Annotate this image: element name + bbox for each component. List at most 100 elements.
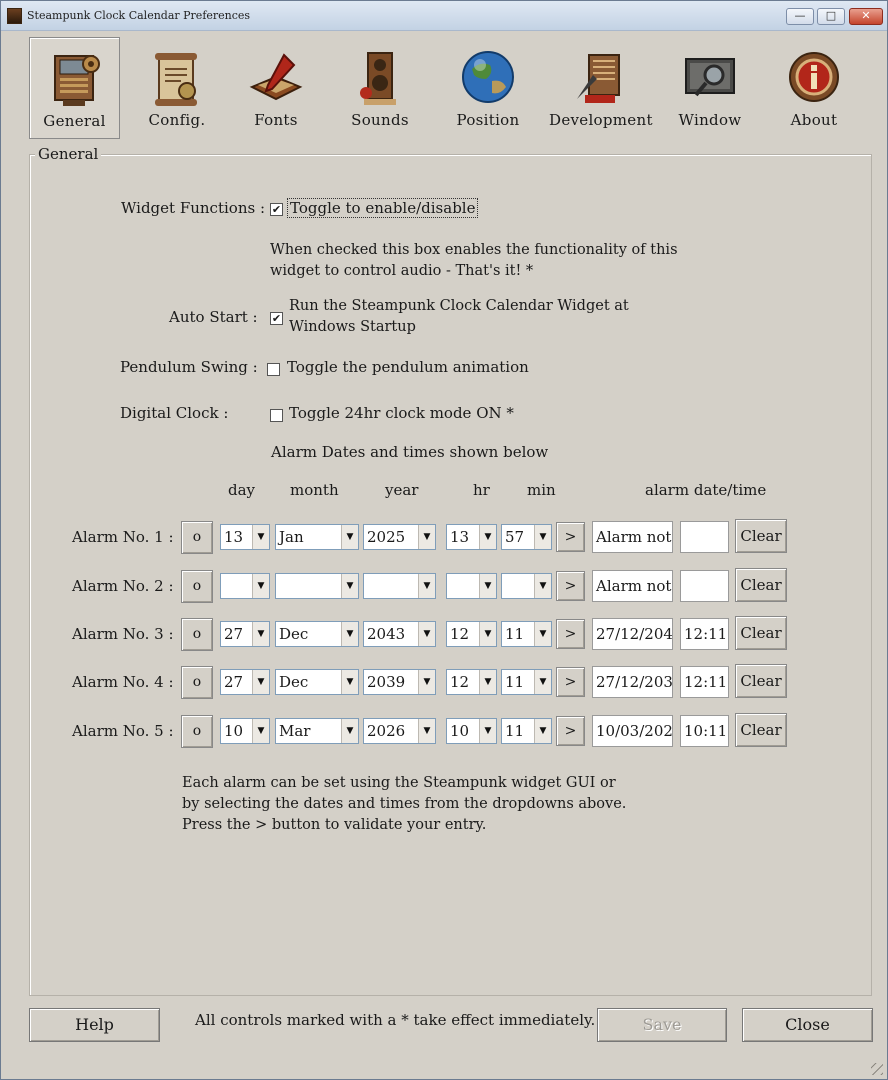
alarm-clear-button[interactable]: Clear: [735, 713, 787, 747]
alarm-year-select[interactable]: 2026 ▼: [363, 718, 436, 744]
auto-start-checkbox[interactable]: ✔: [270, 312, 283, 325]
alarm-toggle-button[interactable]: o: [181, 666, 213, 699]
alarm-min-select[interactable]: 11 ▼: [501, 669, 552, 695]
dropdown-arrow-icon[interactable]: ▼: [341, 525, 358, 549]
dropdown-arrow-icon[interactable]: ▼: [534, 574, 551, 598]
dropdown-arrow-icon[interactable]: ▼: [534, 622, 551, 646]
dropdown-arrow-icon[interactable]: ▼: [418, 622, 435, 646]
resize-grip[interactable]: [871, 1063, 883, 1075]
dropdown-arrow-icon[interactable]: ▼: [534, 525, 551, 549]
dropdown-arrow-icon[interactable]: ▼: [534, 670, 551, 694]
dropdown-arrow-icon[interactable]: ▼: [479, 719, 496, 743]
dropdown-arrow-icon[interactable]: ▼: [418, 670, 435, 694]
widget-functions-checkbox[interactable]: ✔: [270, 203, 283, 216]
alarm-hr-select[interactable]: 13 ▼: [446, 524, 497, 550]
alarm-min-select[interactable]: ▼: [501, 573, 552, 599]
alarm-clear-button[interactable]: Clear: [735, 664, 787, 698]
alarm-hr-select[interactable]: 10 ▼: [446, 718, 497, 744]
alarm-year-select[interactable]: 2043 ▼: [363, 621, 436, 647]
alarm-month-select[interactable]: Jan ▼: [275, 524, 359, 550]
alarm-hr-select[interactable]: ▼: [446, 573, 497, 599]
alarm-time-field[interactable]: 12:11: [680, 618, 729, 650]
alarm-time-field[interactable]: [680, 570, 729, 602]
dropdown-arrow-icon[interactable]: ▼: [341, 574, 358, 598]
alarm-clear-button[interactable]: Clear: [735, 568, 787, 602]
alarm-month-select[interactable]: Mar ▼: [275, 718, 359, 744]
maximize-button[interactable]: □: [817, 8, 845, 25]
alarm-clear-button[interactable]: Clear: [735, 616, 787, 650]
dropdown-arrow-icon[interactable]: ▼: [252, 719, 269, 743]
alarm-year-select[interactable]: 2025 ▼: [363, 524, 436, 550]
dropdown-arrow-icon[interactable]: ▼: [479, 670, 496, 694]
alarm-day-select[interactable]: ▼: [220, 573, 270, 599]
dropdown-arrow-icon[interactable]: ▼: [418, 525, 435, 549]
alarm-date-field[interactable]: 27/12/2039: [592, 666, 673, 698]
digital-clock-checkbox[interactable]: [270, 409, 283, 422]
alarm-year-select[interactable]: ▼: [363, 573, 436, 599]
dropdown-arrow-icon[interactable]: ▼: [252, 670, 269, 694]
alarm-min-select[interactable]: 11 ▼: [501, 621, 552, 647]
alarm-time-field[interactable]: 10:11: [680, 715, 729, 747]
close-window-button[interactable]: ✕: [849, 8, 883, 25]
minimize-button[interactable]: —: [786, 8, 814, 25]
tab-fonts[interactable]: Fonts: [233, 37, 319, 139]
alarm-year-select[interactable]: 2039 ▼: [363, 669, 436, 695]
alarm-date-field[interactable]: Alarm not y: [592, 521, 673, 553]
save-button[interactable]: Save: [597, 1008, 727, 1042]
alarm-day-select[interactable]: 13 ▼: [220, 524, 270, 550]
alarm-clear-button[interactable]: Clear: [735, 519, 787, 553]
digital-clock-text[interactable]: Toggle 24hr clock mode ON *: [289, 404, 514, 422]
alarm-time-field[interactable]: 12:11: [680, 666, 729, 698]
alarm-validate-button[interactable]: >: [556, 716, 585, 746]
alarm-month-select[interactable]: Dec ▼: [275, 669, 359, 695]
alarm-hr-select[interactable]: 12 ▼: [446, 621, 497, 647]
alarm-time-field[interactable]: [680, 521, 729, 553]
dropdown-arrow-icon[interactable]: ▼: [252, 574, 269, 598]
tab-development[interactable]: Development: [549, 37, 652, 139]
dropdown-arrow-icon[interactable]: ▼: [252, 622, 269, 646]
alarm-validate-button[interactable]: >: [556, 619, 585, 649]
tab-about[interactable]: About: [771, 37, 857, 139]
alarm-date-field[interactable]: Alarm not y: [592, 570, 673, 602]
tab-sounds[interactable]: Sounds: [335, 37, 425, 139]
dropdown-arrow-icon[interactable]: ▼: [252, 525, 269, 549]
widget-functions-check-text[interactable]: Toggle to enable/disable: [287, 198, 479, 218]
dropdown-arrow-icon[interactable]: ▼: [418, 719, 435, 743]
dropdown-arrow-icon[interactable]: ▼: [418, 574, 435, 598]
auto-start-text-line1[interactable]: Run the Steampunk Clock Calendar Widget …: [289, 296, 629, 317]
tab-position[interactable]: Position: [445, 37, 531, 139]
alarm-toggle-button[interactable]: o: [181, 618, 213, 651]
alarm-day-select[interactable]: 10 ▼: [220, 718, 270, 744]
tab-window[interactable]: Window: [665, 37, 755, 139]
dropdown-arrow-icon[interactable]: ▼: [479, 622, 496, 646]
alarm-date-field[interactable]: 27/12/2043: [592, 618, 673, 650]
dropdown-arrow-icon[interactable]: ▼: [479, 574, 496, 598]
close-button[interactable]: Close: [742, 1008, 873, 1042]
dropdown-arrow-icon[interactable]: ▼: [341, 670, 358, 694]
alarm-month-select[interactable]: Dec ▼: [275, 621, 359, 647]
pendulum-swing-text[interactable]: Toggle the pendulum animation: [287, 358, 529, 376]
dropdown-arrow-icon[interactable]: ▼: [341, 719, 358, 743]
alarm-toggle-button[interactable]: o: [181, 715, 213, 748]
help-button[interactable]: Help: [29, 1008, 160, 1042]
tab-general[interactable]: General: [29, 37, 120, 139]
tab-config[interactable]: Config.: [129, 37, 225, 139]
auto-start-text-line2[interactable]: Windows Startup: [289, 317, 416, 338]
alarm-month-select[interactable]: ▼: [275, 573, 359, 599]
alarm-hr-select[interactable]: 12 ▼: [446, 669, 497, 695]
alarm-toggle-button[interactable]: o: [181, 521, 213, 554]
alarm-day-select[interactable]: 27 ▼: [220, 669, 270, 695]
alarm-toggle-button[interactable]: o: [181, 570, 213, 603]
dropdown-arrow-icon[interactable]: ▼: [479, 525, 496, 549]
alarm-validate-button[interactable]: >: [556, 571, 585, 601]
alarm-date-field[interactable]: 10/03/2026: [592, 715, 673, 747]
alarm-validate-button[interactable]: >: [556, 667, 585, 697]
pendulum-swing-checkbox[interactable]: [267, 363, 280, 376]
dropdown-arrow-icon[interactable]: ▼: [534, 719, 551, 743]
alarm-min-select[interactable]: 11 ▼: [501, 718, 552, 744]
alarm-min-select[interactable]: 57 ▼: [501, 524, 552, 550]
dropdown-arrow-icon[interactable]: ▼: [341, 622, 358, 646]
title-bar[interactable]: Steampunk Clock Calendar Preferences — □…: [1, 1, 887, 31]
alarm-validate-button[interactable]: >: [556, 522, 585, 552]
alarm-day-select[interactable]: 27 ▼: [220, 621, 270, 647]
